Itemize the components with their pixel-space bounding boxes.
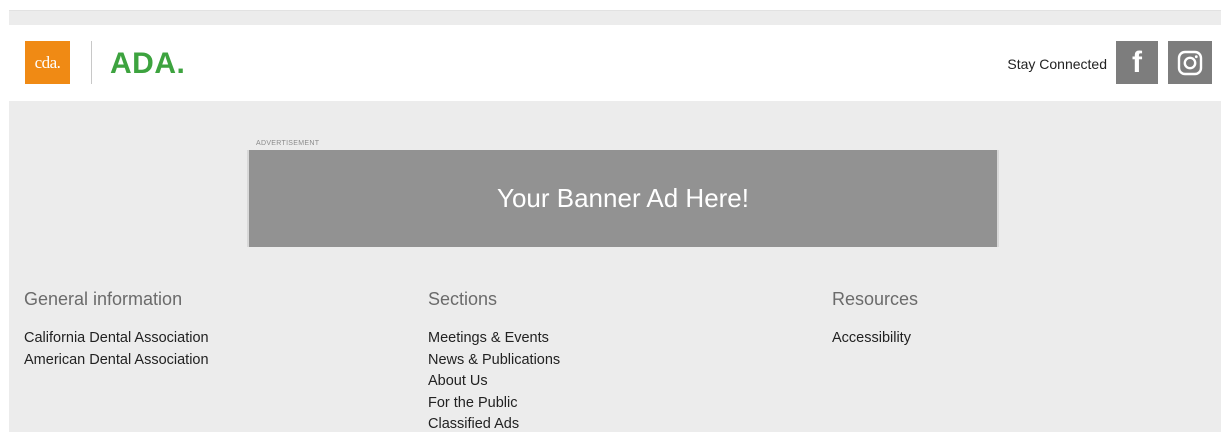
cda-logo[interactable]: cda. xyxy=(25,41,70,84)
banner-ad[interactable]: Your Banner Ad Here! xyxy=(247,150,999,247)
footer-heading: Sections xyxy=(428,289,498,309)
footer-link-list: Meetings & Events News & Publications Ab… xyxy=(428,328,788,436)
footer-heading: General information xyxy=(24,289,183,309)
footer-link-list: California Dental Association American D… xyxy=(24,328,384,371)
footer-link-ada[interactable]: American Dental Association xyxy=(24,350,384,372)
logo-divider xyxy=(91,41,92,84)
footer-link-news-publications[interactable]: News & Publications xyxy=(428,350,788,372)
footer-link-about-us[interactable]: About Us xyxy=(428,371,788,393)
facebook-icon: f xyxy=(1132,46,1142,79)
cda-logo-text: cda. xyxy=(34,52,61,72)
advertisement-label: ADVERTISEMENT xyxy=(256,140,320,147)
instagram-button[interactable] xyxy=(1168,41,1212,84)
footer-link-accessibility[interactable]: Accessibility xyxy=(832,328,1192,350)
instagram-icon xyxy=(1177,50,1203,75)
footer-column-sections: Sections Meetings & Events News & Public… xyxy=(428,287,788,436)
stay-connected-label: Stay Connected xyxy=(1007,56,1107,72)
facebook-button[interactable]: f xyxy=(1116,41,1158,84)
footer-link-for-the-public[interactable]: For the Public xyxy=(428,393,788,415)
footer-link-list: Accessibility xyxy=(832,328,1192,350)
footer-link-classified-ads[interactable]: Classified Ads xyxy=(428,414,788,436)
footer-link-meetings-events[interactable]: Meetings & Events xyxy=(428,328,788,350)
page-frame: cda. ADA. Stay Connected f ADVERTISEMENT… xyxy=(9,10,1221,432)
footer-column-resources: Resources Accessibility xyxy=(832,287,1192,350)
footer-link-cda[interactable]: California Dental Association xyxy=(24,328,384,350)
ada-logo[interactable]: ADA. xyxy=(110,44,185,84)
footer-heading: Resources xyxy=(832,289,919,309)
banner-ad-text: Your Banner Ad Here! xyxy=(497,183,749,213)
footer-column-general-information: General information California Dental As… xyxy=(24,287,384,371)
site-header: cda. ADA. Stay Connected f xyxy=(9,25,1221,101)
